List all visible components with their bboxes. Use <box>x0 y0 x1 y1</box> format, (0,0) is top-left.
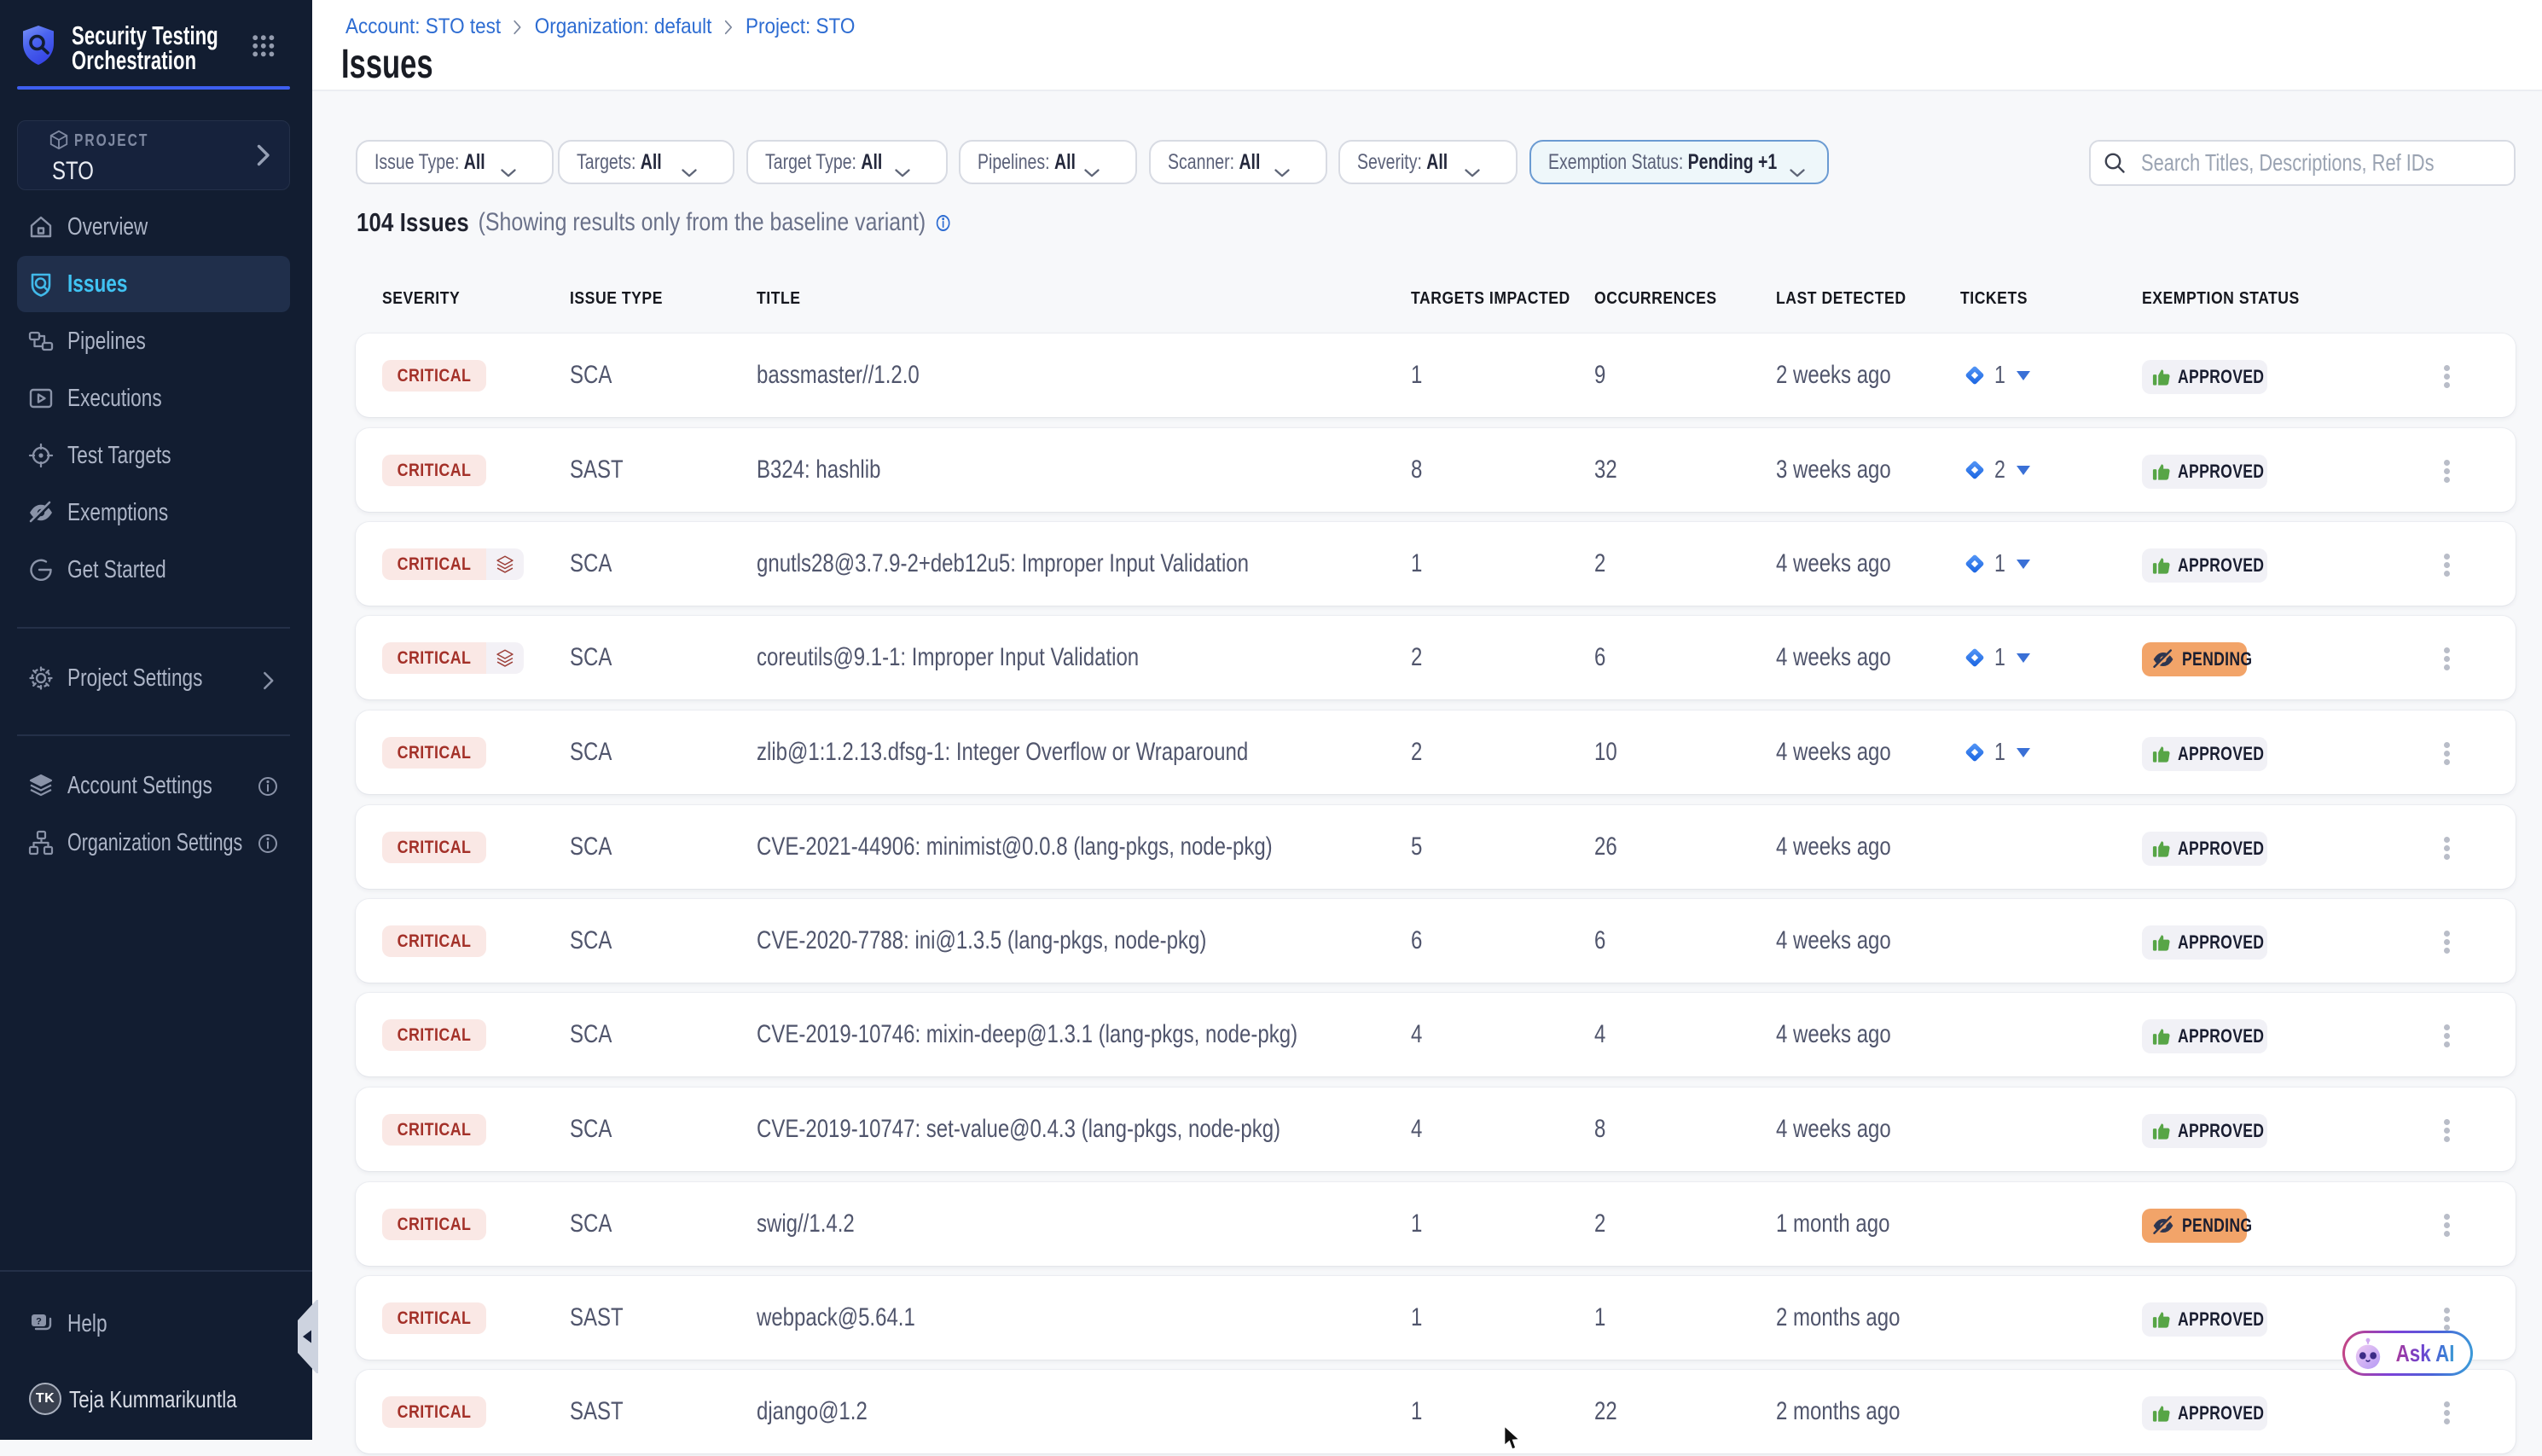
svg-text:?: ? <box>36 1317 42 1327</box>
